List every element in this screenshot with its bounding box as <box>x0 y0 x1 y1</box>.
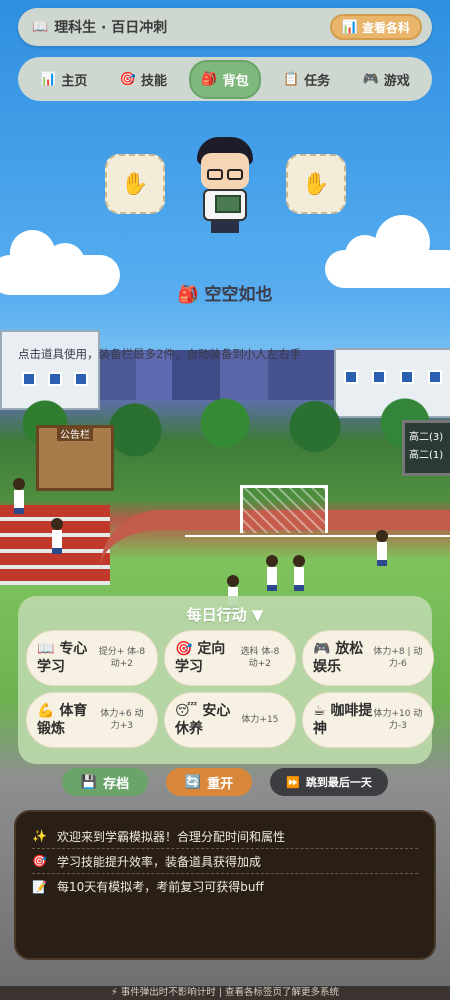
scoreboard-line: 高二(3) <box>409 432 444 443</box>
book-icon: 📖 <box>32 19 49 35</box>
action-effect: 体力+15 <box>241 715 279 725</box>
action-effect: 提分+ 体-8 动+2 <box>98 647 146 669</box>
scoreboard: 高二(3) 高二(1) <box>402 420 450 476</box>
scoreboard-line: 高二(1) <box>409 450 444 461</box>
chart-icon: 📊 <box>40 71 57 87</box>
tab-label: 主页 <box>61 73 88 89</box>
action-name: 📖 专心学习 <box>37 641 88 675</box>
skip-label: 跳到最后一天 <box>305 776 372 789</box>
floppy-disk-icon: 💾 <box>80 774 98 790</box>
restart-button[interactable]: 🔄 重开 <box>166 768 252 796</box>
footer-tip: ⚡ 事件弹出时不影响计时 | 查看各标签页了解更多系统 <box>0 986 450 1000</box>
sleeping-face-icon: 😴 <box>175 703 198 719</box>
daily-actions-panel: 每日行动 ▼ 📖 专心学习 提分+ 体-8 动+2 🎯 定向学习 选科 体-8 … <box>18 596 434 764</box>
student-figure <box>12 478 26 514</box>
fast-forward-icon: ⏩ <box>286 775 300 789</box>
tab-label: 背包 <box>222 73 249 89</box>
student-figure <box>292 555 306 591</box>
target-icon: 🎯 <box>32 854 47 868</box>
skip-to-last-day-button[interactable]: ⏩ 跳到最后一天 <box>270 768 388 796</box>
clipboard-icon: 📋 <box>282 71 300 87</box>
tab-home[interactable]: 📊 主页 <box>30 62 97 97</box>
action-rest[interactable]: 😴 安心休养 体力+15 <box>164 692 296 748</box>
book-icon: 📖 <box>37 641 55 657</box>
chart-icon: 📊 <box>341 19 358 35</box>
muscle-icon: 💪 <box>37 703 55 719</box>
action-focused-study[interactable]: 📖 专心学习 提分+ 体-8 动+2 <box>26 630 158 686</box>
action-effect: 体力+8 | 动力-6 <box>373 647 423 669</box>
action-relax[interactable]: 🎮 放松娱乐 体力+8 | 动力-6 <box>302 630 434 686</box>
backpack-icon: 🎒 <box>201 71 218 87</box>
action-name: ☕ 咖啡提神 <box>313 703 373 737</box>
log-text: 学习技能提升效率，装备道具获得加成 <box>56 854 261 869</box>
event-log: ✨ 欢迎来到学霸模拟器！合理分配时间和属性 🎯 学习技能提升效率，装备道具获得加… <box>14 810 436 960</box>
tab-skills[interactable]: 🎯 技能 <box>110 62 177 97</box>
student-figure <box>375 530 389 566</box>
right-hand-slot[interactable]: ✋ <box>286 154 346 214</box>
action-exercise[interactable]: 💪 体育锻炼 体力+6 动力+3 <box>26 692 158 748</box>
save-label: 存档 <box>103 776 130 792</box>
soccer-goal <box>240 485 328 533</box>
coffee-icon: ☕ <box>313 703 326 719</box>
restart-label: 重开 <box>207 776 234 792</box>
daily-actions-toggle[interactable]: 每日行动 ▼ <box>26 604 424 628</box>
view-subjects-button[interactable]: 📊 查看各科 <box>329 14 422 40</box>
action-effect: 体力+10 动力-3 <box>373 709 423 731</box>
log-entry: ✨ 欢迎来到学霸模拟器！合理分配时间和属性 <box>32 824 418 849</box>
tab-label: 游戏 <box>383 73 410 89</box>
action-targeted-study[interactable]: 🎯 定向学习 选科 体-8 动+2 <box>164 630 296 686</box>
gamepad-icon: 🎮 <box>362 71 379 87</box>
log-entry: 🎯 学习技能提升效率，装备道具获得加成 <box>32 849 418 874</box>
tab-games[interactable]: 🎮 游戏 <box>353 62 420 97</box>
tab-label: 技能 <box>140 73 167 89</box>
notice-board: 公告栏 <box>36 425 114 491</box>
left-hand-slot[interactable]: ✋ <box>105 154 165 214</box>
log-entry: 📝 每10天有模拟考，考前复习可获得buff <box>32 874 418 899</box>
view-subjects-label: 查看各科 <box>361 20 410 35</box>
target-icon: 🎯 <box>119 71 136 87</box>
tab-backpack[interactable]: 🎒 背包 <box>189 59 261 99</box>
inventory-hint: 点击道具使用，装备栏最多2件，自动装备到小人左右手 <box>18 347 302 361</box>
action-name: 🎯 定向学习 <box>175 641 226 675</box>
game-controls: 💾 存档 🔄 重开 ⏩ 跳到最后一天 <box>62 768 388 796</box>
refresh-icon: 🔄 <box>184 774 202 790</box>
student-figure <box>50 518 64 554</box>
tab-tasks[interactable]: 📋 任务 <box>273 62 340 97</box>
action-name: 💪 体育锻炼 <box>37 703 88 737</box>
app-header: 📖 理科生 · 百日冲刺 📊 查看各科 <box>18 8 432 46</box>
hand-icon: ✋ <box>121 171 149 197</box>
tab-label: 任务 <box>304 73 331 89</box>
action-effect: 体力+6 动力+3 <box>100 709 144 731</box>
log-text: 欢迎来到学霸模拟器！合理分配时间和属性 <box>56 829 285 844</box>
inventory-empty-text: 空空如也 <box>204 285 273 305</box>
target-icon: 🎯 <box>175 641 193 657</box>
action-name: 🎮 放松娱乐 <box>313 641 364 675</box>
backpack-icon: 🎒 <box>177 285 199 305</box>
save-button[interactable]: 💾 存档 <box>62 768 148 796</box>
inventory-empty-message: 🎒 空空如也 <box>0 280 450 305</box>
notice-board-label: 公告栏 <box>57 426 93 441</box>
student-avatar <box>193 137 257 233</box>
page-title-text: 理科生 · 百日冲刺 <box>54 20 168 36</box>
tab-bar: 📊 主页 🎯 技能 🎒 背包 📋 任务 🎮 游戏 <box>18 57 432 101</box>
student-figure <box>265 555 279 591</box>
gamepad-icon: 🎮 <box>313 641 331 657</box>
page-title: 📖 理科生 · 百日冲刺 <box>32 17 167 37</box>
field-line <box>185 535 450 537</box>
action-coffee[interactable]: ☕ 咖啡提神 体力+10 动力-3 <box>302 692 434 748</box>
memo-icon: 📝 <box>32 879 47 894</box>
log-text: 每10天有模拟考，考前复习可获得buff <box>56 880 264 894</box>
hand-icon: ✋ <box>302 171 330 197</box>
action-name: 😴 安心休养 <box>175 703 231 737</box>
action-effect: 选科 体-8 动+2 <box>240 647 280 669</box>
sparkles-icon: ✨ <box>32 829 47 843</box>
